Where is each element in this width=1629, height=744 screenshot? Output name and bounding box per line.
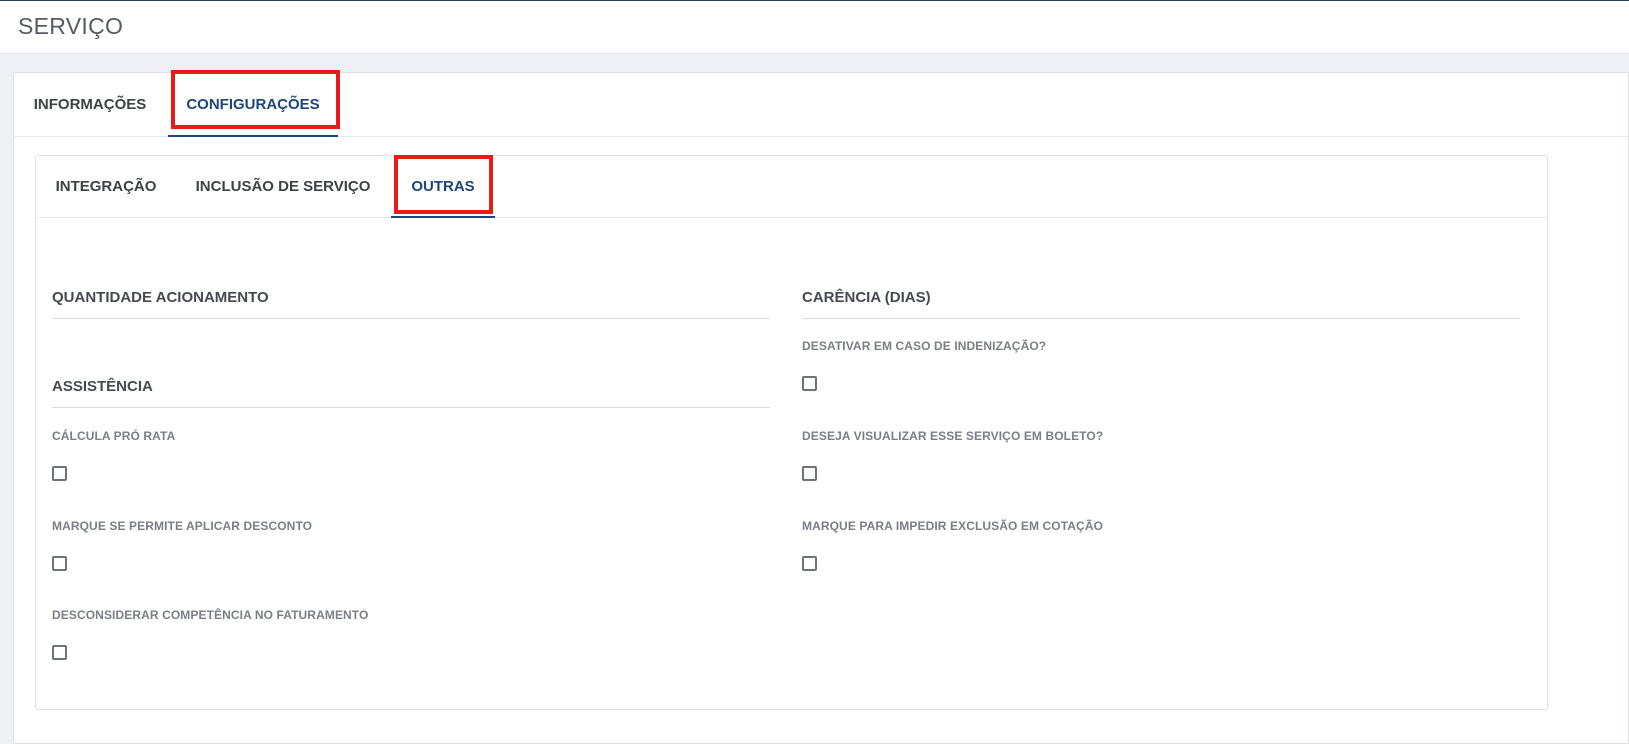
desconsiderar-competencia-label: DESCONSIDERAR COMPETÊNCIA NO FATURAMENTO xyxy=(52,608,369,622)
page-header: SERVIÇO xyxy=(0,1,1629,54)
sub-tab-bar: INTEGRAÇÃO INCLUSÃO DE SERVIÇO OUTRAS xyxy=(36,156,1547,218)
permite-desconto-label: MARQUE SE PERMITE APLICAR DESCONTO xyxy=(52,519,313,533)
settings-panel: INTEGRAÇÃO INCLUSÃO DE SERVIÇO OUTRAS QU… xyxy=(35,155,1548,710)
tab-outras[interactable]: OUTRAS xyxy=(391,156,495,218)
main-tab-bar: INFORMAÇÕES CONFIGURAÇÕES xyxy=(14,73,1628,137)
visualizar-boleto-checkbox[interactable] xyxy=(802,466,817,481)
desconsiderar-competencia-checkbox[interactable] xyxy=(52,645,67,660)
tab-integracao[interactable]: INTEGRAÇÃO xyxy=(46,156,166,217)
calcula-pro-rata-label: CÁLCULA PRÓ RATA xyxy=(52,429,176,443)
config-card: INFORMAÇÕES CONFIGURAÇÕES INTEGRAÇÃO INC… xyxy=(13,70,1629,744)
page-title: SERVIÇO xyxy=(18,13,124,39)
impedir-exclusao-label: MARQUE PARA IMPEDIR EXCLUSÃO EM COTAÇÃO xyxy=(802,519,1104,533)
tab-informacoes[interactable]: INFORMAÇÕES xyxy=(24,73,156,136)
carencia-title: CARÊNCIA (DIAS) xyxy=(802,289,931,306)
impedir-exclusao-checkbox[interactable] xyxy=(802,556,817,571)
permite-desconto-checkbox[interactable] xyxy=(52,556,67,571)
tab-configuracoes[interactable]: CONFIGURAÇÕES xyxy=(168,73,338,137)
quantidade-acionamento-divider xyxy=(52,318,770,319)
quantidade-acionamento-title: QUANTIDADE ACIONAMENTO xyxy=(52,289,269,306)
desativar-indenizacao-label: DESATIVAR EM CASO DE INDENIZAÇÃO? xyxy=(802,339,1047,353)
desativar-indenizacao-checkbox[interactable] xyxy=(802,376,817,391)
assistencia-divider xyxy=(52,407,770,408)
tab-inclusao-de-servico[interactable]: INCLUSÃO DE SERVIÇO xyxy=(188,156,378,217)
carencia-divider xyxy=(802,318,1520,319)
calcula-pro-rata-checkbox[interactable] xyxy=(52,466,67,481)
assistencia-title: ASSISTÊNCIA xyxy=(52,378,153,395)
visualizar-boleto-label: DESEJA VISUALIZAR ESSE SERVIÇO EM BOLETO… xyxy=(802,429,1104,443)
